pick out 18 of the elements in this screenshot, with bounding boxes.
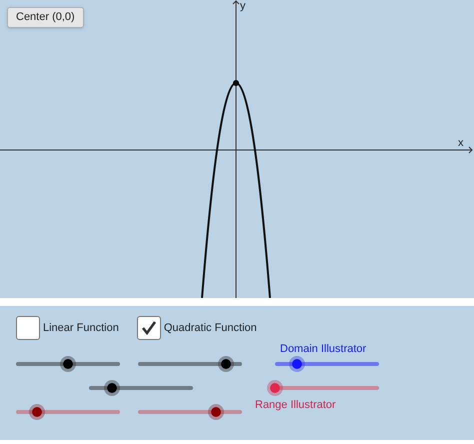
slider-thumb[interactable]: [104, 380, 120, 396]
y-axis-label: y: [240, 1, 246, 12]
slider-thumb[interactable]: [288, 356, 305, 372]
slider-caption: Domain Illustrator: [280, 343, 368, 356]
slider-caption: Range Illustrator: [255, 399, 337, 412]
check-icon: [140, 321, 157, 335]
checkbox-label[interactable]: Linear Function: [43, 320, 119, 336]
slider-thumb[interactable]: [218, 356, 234, 372]
vertex-point[interactable]: [233, 80, 239, 86]
x-axis-label: x: [458, 138, 464, 149]
checkbox[interactable]: [136, 316, 161, 340]
slider-thumb[interactable]: [208, 404, 224, 420]
checkbox[interactable]: [16, 316, 40, 340]
slider-thumb[interactable]: [267, 380, 283, 396]
center-button[interactable]: Center (0,0): [7, 7, 84, 28]
slider-thumb[interactable]: [60, 356, 76, 372]
checkbox-label[interactable]: Quadratic Function: [164, 320, 257, 336]
slider-thumb[interactable]: [28, 404, 45, 420]
